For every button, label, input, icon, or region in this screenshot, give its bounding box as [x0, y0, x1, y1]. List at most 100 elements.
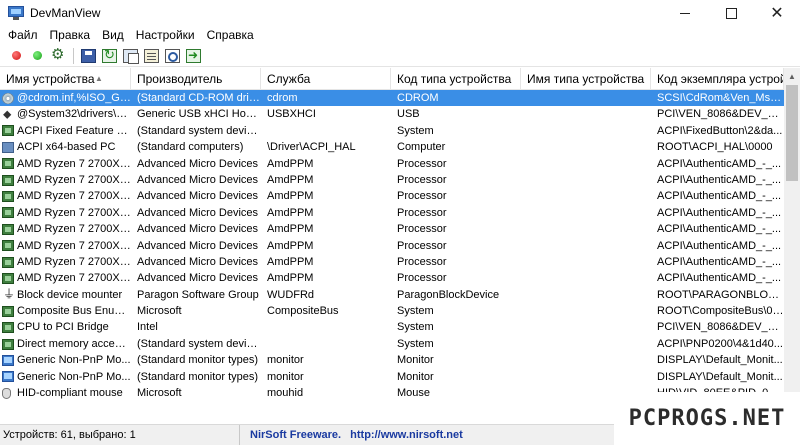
table-row[interactable]: AMD Ryzen 7 2700X Ei... Advanced Micro De…	[0, 254, 784, 270]
cell-manufacturer: (Standard system devices)	[137, 337, 261, 350]
column-header-instance-id[interactable]: Код экземпляра устрой...	[651, 68, 784, 90]
scroll-up-icon[interactable]: ▲	[784, 68, 800, 84]
exit-button[interactable]	[183, 46, 204, 66]
cell-device-name: Composite Bus Enum...	[0, 303, 131, 319]
menu-options[interactable]: Настройки	[130, 26, 201, 45]
table-row[interactable]: AMD Ryzen 7 2700X Ei... Advanced Micro De…	[0, 221, 784, 237]
cell-type-name	[521, 369, 651, 385]
cell-type-name	[521, 319, 651, 335]
table-row[interactable]: AMD Ryzen 7 2700X Ei... Advanced Micro De…	[0, 238, 784, 254]
device-name-text: @System32\drivers\u...	[17, 108, 131, 121]
chip-icon	[2, 207, 14, 219]
properties-button[interactable]	[141, 46, 162, 66]
red-dot-icon	[12, 51, 21, 60]
menu-view[interactable]: Вид	[96, 26, 130, 45]
table-row[interactable]: AMD Ryzen 7 2700X Ei... Advanced Micro De…	[0, 156, 784, 172]
cell-instance-id: ROOT\CompositeBus\000...	[657, 305, 784, 318]
nirsoft-label: NirSoft Freeware.	[250, 429, 342, 441]
refresh-button[interactable]	[99, 46, 120, 66]
menu-edit[interactable]: Правка	[44, 26, 97, 45]
table-row[interactable]: Generic Non-PnP Mo... (Standard monitor t…	[0, 352, 784, 368]
cell-type-code: System	[397, 305, 434, 318]
cell-device-name: ACPI Fixed Feature Bu...	[0, 123, 131, 139]
cell-instance-id: ACPI\AuthenticAMD_-_...	[657, 206, 782, 219]
app-icon	[8, 6, 24, 20]
window-controls: ✕	[662, 0, 800, 26]
refresh-icon	[102, 47, 117, 63]
device-name-text: AMD Ryzen 7 2700X Ei...	[17, 223, 131, 236]
cell-type-name	[521, 123, 651, 139]
cell-service	[261, 319, 391, 335]
vertical-scrollbar[interactable]: ▲ ▼	[784, 68, 800, 423]
minimize-button[interactable]	[662, 0, 708, 26]
table-row[interactable]: Block device mounter Paragon Software Gro…	[0, 287, 784, 303]
cell-type-name	[521, 205, 651, 221]
device-name-text: AMD Ryzen 7 2700X Ei...	[17, 173, 131, 186]
chip-icon	[2, 191, 14, 203]
status-credits: NirSoft Freeware. http://www.nirsoft.net	[240, 425, 463, 445]
cell-instance-id: ROOT\PARAGONBLOCK...	[657, 288, 784, 301]
cell-type-code: Processor	[397, 206, 447, 219]
cell-device-name: Block device mounter	[0, 287, 131, 303]
column-header-manufacturer[interactable]: Производитель	[131, 68, 261, 90]
table-row[interactable]: Generic Non-PnP Mo... (Standard monitor t…	[0, 369, 784, 385]
cell-type-code: Processor	[397, 272, 447, 285]
window-title: DevManView	[30, 6, 101, 20]
table-row[interactable]: Direct memory access... (Standard system …	[0, 336, 784, 352]
nirsoft-link[interactable]: http://www.nirsoft.net	[350, 429, 463, 441]
cell-service: AmdPPM	[267, 239, 314, 252]
table-row[interactable]: CPU to PCI Bridge Intel System PCI\VEN_8086…	[0, 319, 784, 335]
exit-icon	[186, 48, 201, 63]
maximize-button[interactable]	[708, 0, 754, 26]
table-row[interactable]: ACPI Fixed Feature Bu... (Standard system…	[0, 123, 784, 139]
cell-manufacturer: Microsoft	[137, 387, 182, 400]
status-device-count: Устройств: 61, выбрано: 1	[0, 425, 240, 445]
close-button[interactable]: ✕	[754, 0, 800, 26]
column-header-device-name[interactable]: Имя устройства ▲	[0, 68, 131, 90]
cell-manufacturer: Paragon Software Group	[137, 288, 259, 301]
cell-instance-id: PCI\VEN_8086&DEV_123...	[657, 321, 784, 334]
cell-type-code: Processor	[397, 157, 447, 170]
enable-device-button[interactable]	[27, 46, 48, 66]
cell-device-name: AMD Ryzen 7 2700X Ei...	[0, 156, 131, 172]
column-header-type-name[interactable]: Имя типа устройства	[521, 68, 651, 90]
cell-service: AmdPPM	[267, 190, 314, 203]
usb-icon	[2, 106, 14, 122]
cell-service: monitor	[267, 370, 304, 383]
cell-instance-id: SCSI\CdRom&Ven_Msft...	[657, 92, 784, 104]
cell-type-code: Processor	[397, 255, 447, 268]
device-name-text: AMD Ryzen 7 2700X Ei...	[17, 157, 131, 170]
uninstall-device-button[interactable]	[48, 45, 69, 66]
column-header-service[interactable]: Служба	[261, 68, 391, 90]
disable-device-button[interactable]	[6, 46, 27, 66]
save-button[interactable]	[78, 46, 99, 66]
cell-type-code: ParagonBlockDevice	[397, 288, 500, 301]
cell-manufacturer: Advanced Micro Devices	[137, 239, 259, 252]
table-row[interactable]: AMD Ryzen 7 2700X Ei... Advanced Micro De…	[0, 270, 784, 286]
device-list[interactable]: Имя устройства ▲ Производитель Служба Код…	[0, 68, 784, 423]
table-row[interactable]: @System32\drivers\u... Generic USB xHCI H…	[0, 106, 784, 122]
green-dot-icon	[33, 51, 42, 60]
menu-help[interactable]: Справка	[201, 26, 260, 45]
cell-manufacturer: (Standard monitor types)	[137, 370, 259, 383]
menu-file[interactable]: Файл	[2, 26, 44, 45]
copy-icon	[123, 48, 139, 64]
find-button[interactable]	[162, 46, 183, 66]
table-row[interactable]: AMD Ryzen 7 2700X Ei... Advanced Micro De…	[0, 205, 784, 221]
table-row[interactable]: @cdrom.inf,%ISO_Ge... (Standard CD-ROM dr…	[0, 90, 784, 107]
toolbar-separator	[73, 47, 74, 64]
table-row[interactable]: AMD Ryzen 7 2700X Ei... Advanced Micro De…	[0, 172, 784, 188]
column-header-type-code[interactable]: Код типа устройства	[391, 68, 521, 90]
cell-manufacturer: Advanced Micro Devices	[137, 157, 259, 170]
table-row[interactable]: ACPI x64-based PC (Standard computers) \Dr…	[0, 139, 784, 155]
cell-type-code: USB	[397, 108, 420, 121]
scrollbar-thumb[interactable]	[786, 85, 798, 181]
table-row[interactable]: AMD Ryzen 7 2700X Ei... Advanced Micro De…	[0, 188, 784, 204]
cell-manufacturer: Generic USB xHCI Host ...	[137, 108, 261, 121]
toolbar	[0, 45, 800, 67]
mouse-icon	[2, 387, 11, 399]
table-row[interactable]: Composite Bus Enum... Microsoft CompositeB…	[0, 303, 784, 319]
copy-button[interactable]	[120, 46, 141, 66]
chip-icon	[2, 158, 14, 170]
cell-type-name	[521, 352, 651, 368]
